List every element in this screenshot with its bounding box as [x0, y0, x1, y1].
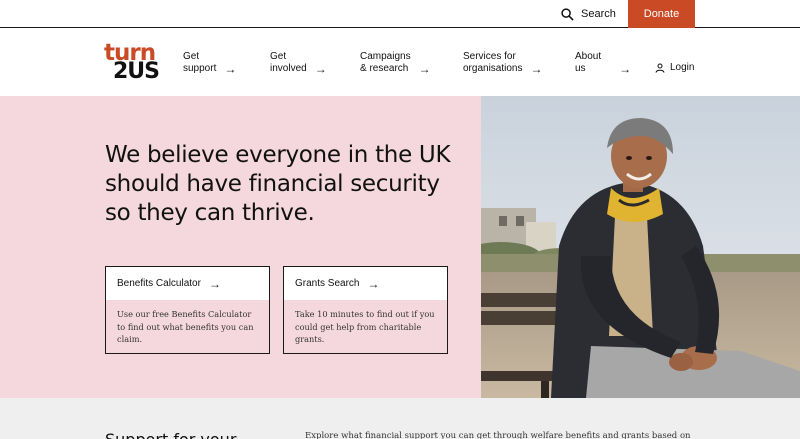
- card-title: Benefits Calculator: [117, 278, 201, 289]
- logo-line2: 2US: [113, 59, 160, 84]
- arrow-right-icon: →: [367, 276, 380, 291]
- section-intro: Explore what financial support you can g…: [305, 431, 691, 439]
- card-title: Grants Search: [295, 278, 360, 289]
- arrow-right-icon: →: [208, 276, 221, 291]
- nav-label-line2: involved: [270, 63, 307, 74]
- arrow-right-icon: →: [530, 62, 543, 76]
- login-label: Login: [670, 62, 695, 73]
- card-description: Take 10 minutes to find out if you could…: [284, 300, 447, 353]
- search-icon: [561, 7, 574, 21]
- main-nav: turn 2US Get support → Get involved → Camp…: [0, 29, 800, 96]
- utility-bar: Search Donate: [0, 0, 800, 28]
- arrow-right-icon: →: [314, 62, 327, 76]
- nav-label-line2: organisations: [463, 63, 523, 74]
- section-title: Support for your: [105, 430, 236, 439]
- login-link[interactable]: Login: [655, 62, 694, 73]
- support-section: Support for your Explore what financial …: [0, 398, 800, 439]
- benefits-calculator-card[interactable]: Benefits Calculator → Use our free Benef…: [105, 266, 270, 354]
- nav-label-line1: Get: [183, 51, 200, 62]
- nav-label-line1: Get: [270, 51, 287, 62]
- hero-photo: [481, 96, 800, 398]
- search-label: Search: [581, 8, 616, 20]
- search-button[interactable]: Search: [561, 0, 616, 28]
- nav-label-line1: Campaigns: [360, 51, 411, 62]
- arrow-right-icon: →: [619, 62, 632, 76]
- arrow-right-icon: →: [418, 62, 431, 76]
- nav-label-line2: & research: [360, 63, 409, 74]
- nav-services-organisations[interactable]: Services for organisations →: [463, 51, 542, 75]
- hero-section: We believe everyone in the UK should hav…: [0, 96, 800, 398]
- nav-label-line1: Services for: [463, 51, 516, 62]
- turn2us-logo[interactable]: turn 2US: [104, 42, 164, 84]
- nav-get-support[interactable]: Get support →: [183, 51, 236, 75]
- arrow-right-icon: →: [224, 62, 237, 76]
- grants-search-card[interactable]: Grants Search → Take 10 minutes to find …: [283, 266, 448, 354]
- hero-panel: We believe everyone in the UK should hav…: [0, 96, 481, 398]
- nav-about-us[interactable]: About us →: [575, 51, 631, 75]
- nav-get-involved[interactable]: Get involved →: [270, 51, 327, 75]
- hero-title: We believe everyone in the UK should hav…: [105, 142, 451, 226]
- card-description: Use our free Benefits Calculator to find…: [106, 300, 269, 353]
- nav-label-line2: us: [575, 63, 586, 74]
- hero-photo-illustration: [481, 96, 800, 398]
- nav-campaigns-research[interactable]: Campaigns & research →: [360, 51, 431, 75]
- donate-button[interactable]: Donate: [628, 0, 695, 28]
- nav-label-line2: support: [183, 63, 217, 74]
- nav-label-line1: About: [575, 51, 602, 62]
- user-icon: [655, 63, 665, 73]
